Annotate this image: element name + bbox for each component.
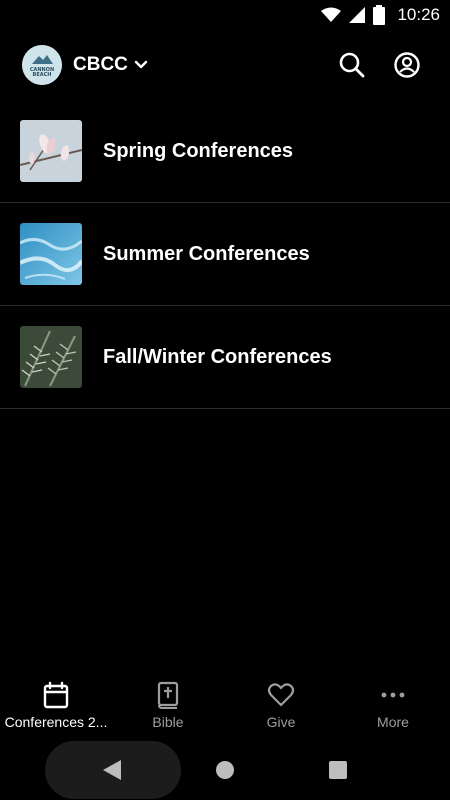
water-image	[20, 223, 82, 285]
bible-icon	[157, 681, 179, 709]
tab-bible[interactable]: Bible	[112, 675, 224, 737]
calendar-icon	[43, 681, 69, 709]
bottom-tab-bar: Conferences 2... Bible Give More	[0, 675, 450, 737]
tab-give[interactable]: Give	[225, 675, 337, 737]
org-logo[interactable]: CANNON BEACH	[22, 45, 62, 85]
org-switcher-title[interactable]: CBCC	[73, 54, 128, 76]
logo-text-line2: BEACH	[33, 72, 52, 78]
list-item-label: Spring Conferences	[103, 140, 294, 162]
tab-conferences[interactable]: Conferences 2...	[0, 675, 112, 737]
tab-label: Give	[266, 714, 296, 730]
status-time: 10:26	[397, 5, 440, 24]
list-item-spring-conferences[interactable]: Spring Conferences	[0, 100, 450, 203]
more-dots-icon	[381, 692, 405, 698]
chevron-down-icon[interactable]	[133, 57, 149, 73]
battery-icon	[373, 5, 386, 25]
list-item-summer-conferences[interactable]: Summer Conferences	[0, 203, 450, 306]
list-item-label: Summer Conferences	[103, 243, 310, 265]
app-header: CANNON BEACH CBCC	[0, 44, 450, 88]
status-icons: 10:26	[321, 5, 440, 25]
thumbnail-spring	[20, 120, 82, 182]
cannon-beach-logo: CANNON BEACH	[22, 45, 62, 85]
profile-icon[interactable]	[393, 51, 421, 79]
status-bar: 10:26	[0, 0, 450, 32]
evergreen-image	[20, 326, 82, 388]
tab-label: Bible	[152, 714, 184, 730]
heart-icon	[267, 683, 295, 707]
magnolia-image	[20, 120, 82, 182]
recents-icon[interactable]	[329, 761, 347, 779]
system-nav-bar	[0, 740, 450, 800]
tab-label: More	[377, 714, 409, 730]
thumbnail-fall-winter	[20, 326, 82, 388]
home-icon[interactable]	[216, 761, 234, 779]
conference-list: Spring Conferences Summer Conferences Fa…	[0, 100, 450, 409]
list-item-fall-winter-conferences[interactable]: Fall/Winter Conferences	[0, 306, 450, 409]
tab-more[interactable]: More	[337, 675, 449, 737]
thumbnail-summer	[20, 223, 82, 285]
list-item-label: Fall/Winter Conferences	[103, 346, 332, 368]
cell-signal-icon	[349, 7, 366, 23]
back-icon[interactable]	[101, 759, 123, 781]
wifi-icon	[321, 7, 342, 22]
tab-label: Conferences 2...	[4, 714, 108, 730]
search-icon[interactable]	[338, 51, 366, 79]
